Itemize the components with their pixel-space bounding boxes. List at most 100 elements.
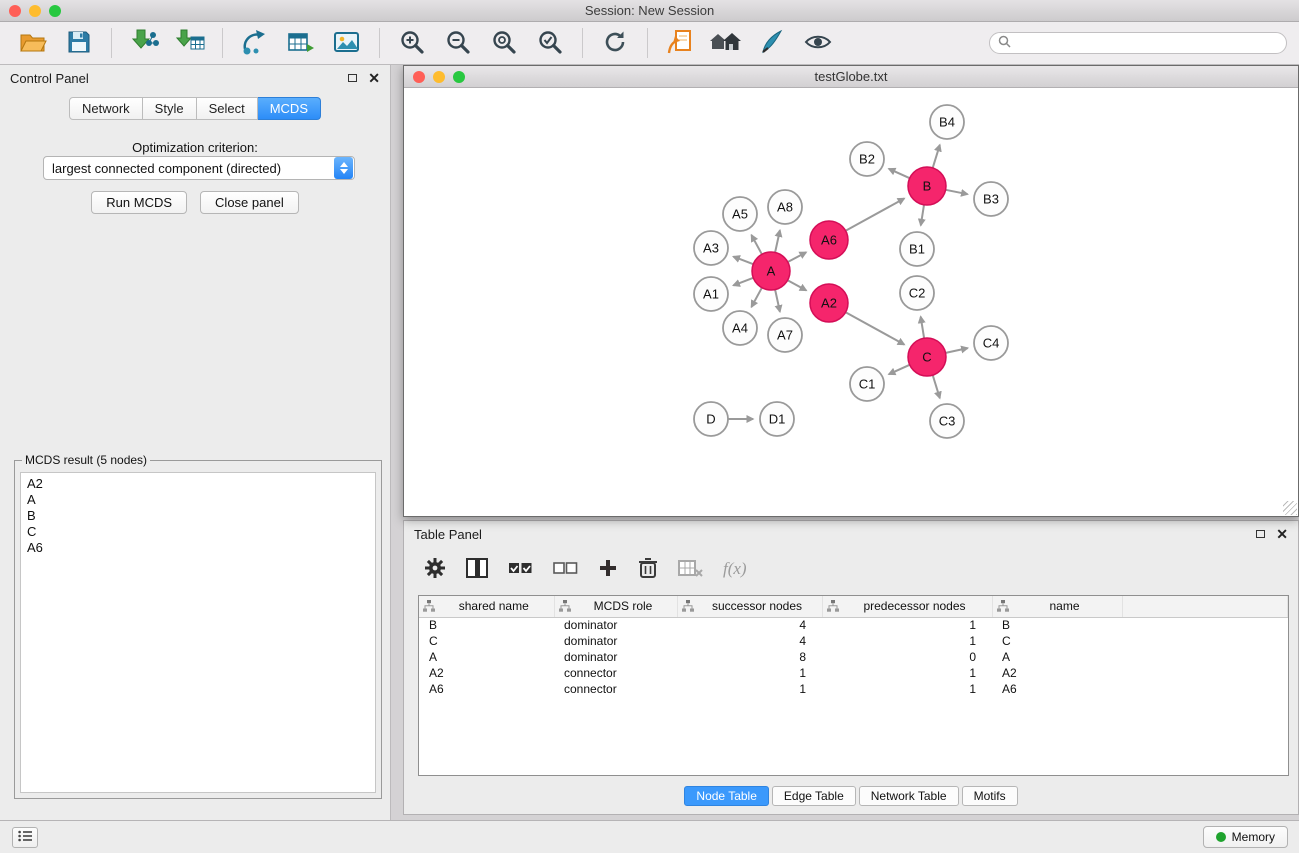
graph-edge-A-A7[interactable]: [775, 290, 780, 312]
graph-node-B3[interactable]: [974, 182, 1008, 216]
graph-node-A4[interactable]: [723, 311, 757, 345]
tab-network-table[interactable]: Network Table: [859, 786, 959, 806]
table-cell[interactable]: B: [992, 617, 1122, 633]
column-header-successor-nodes[interactable]: successor nodes: [677, 596, 822, 617]
table-cell[interactable]: 4: [677, 633, 822, 649]
tab-motifs[interactable]: Motifs: [962, 786, 1018, 806]
close-panel-icon[interactable]: ✕: [368, 73, 380, 83]
network-canvas[interactable]: B4B2BB3A5A8A6B1A3AC2A1A2A4A7CC4C1C3DD1: [404, 89, 1298, 516]
tab-edge-table[interactable]: Edge Table: [772, 786, 856, 806]
search-input[interactable]: [1016, 36, 1278, 50]
table-row[interactable]: A2connector11A2: [419, 665, 1288, 681]
table-cell[interactable]: A6: [419, 681, 554, 697]
table-cell[interactable]: 1: [822, 633, 992, 649]
open-session-button[interactable]: [12, 25, 54, 61]
graph-edge-A-A3[interactable]: [733, 257, 753, 265]
graph-node-B1[interactable]: [900, 232, 934, 266]
graph-edge-A2-C[interactable]: [846, 312, 905, 344]
tab-node-table[interactable]: Node Table: [684, 786, 769, 806]
zoom-in-button[interactable]: [391, 25, 433, 61]
graph-edge-C-C1[interactable]: [889, 365, 910, 374]
graph-node-A3[interactable]: [694, 231, 728, 265]
graph-edge-A-A8[interactable]: [775, 230, 780, 252]
result-item[interactable]: A6: [27, 540, 369, 556]
table-cell[interactable]: connector: [554, 681, 677, 697]
mcds-result-list[interactable]: A2ABCA6: [20, 472, 376, 793]
close-table-panel-icon[interactable]: ✕: [1276, 529, 1288, 539]
graph-edge-A-A5[interactable]: [752, 235, 762, 254]
graph-edge-C-C3[interactable]: [933, 375, 940, 398]
graph-edge-A-A6[interactable]: [788, 252, 806, 262]
close-panel-button[interactable]: Close panel: [200, 191, 299, 214]
graph-edge-A-A2[interactable]: [788, 280, 807, 290]
graph-node-A8[interactable]: [768, 190, 802, 224]
float-panel-icon[interactable]: [348, 74, 357, 82]
export-network-button[interactable]: [234, 25, 276, 61]
table-cell[interactable]: 1: [822, 665, 992, 681]
deselect-all-columns-button[interactable]: [553, 558, 578, 581]
table-cell[interactable]: A: [992, 649, 1122, 665]
table-settings-button[interactable]: [424, 557, 446, 582]
table-cell[interactable]: 8: [677, 649, 822, 665]
close-network-window-button[interactable]: [413, 71, 425, 83]
network-window-title-bar[interactable]: testGlobe.txt: [404, 66, 1298, 88]
table-cell[interactable]: dominator: [554, 633, 677, 649]
style-brush-button[interactable]: [751, 25, 793, 61]
table-cell[interactable]: 4: [677, 617, 822, 633]
show-graphics-details-button[interactable]: [797, 25, 839, 61]
table-cell[interactable]: A2: [992, 665, 1122, 681]
table-cell[interactable]: dominator: [554, 649, 677, 665]
close-window-button[interactable]: [9, 5, 21, 17]
table-cell[interactable]: dominator: [554, 617, 677, 633]
table-cell[interactable]: A: [419, 649, 554, 665]
table-cell[interactable]: A2: [419, 665, 554, 681]
result-item[interactable]: C: [27, 524, 369, 540]
tab-mcds[interactable]: MCDS: [258, 97, 321, 120]
graph-node-C[interactable]: [908, 338, 946, 376]
zoom-selected-button[interactable]: [529, 25, 571, 61]
refresh-view-button[interactable]: [594, 25, 636, 61]
table-row[interactable]: Adominator80A: [419, 649, 1288, 665]
minimize-network-window-button[interactable]: [433, 71, 445, 83]
table-cell[interactable]: connector: [554, 665, 677, 681]
table-row[interactable]: Cdominator41C: [419, 633, 1288, 649]
zoom-fit-button[interactable]: [483, 25, 525, 61]
graph-node-C1[interactable]: [850, 367, 884, 401]
graph-node-B4[interactable]: [930, 105, 964, 139]
zoom-network-window-button[interactable]: [453, 71, 465, 83]
table-cell[interactable]: C: [419, 633, 554, 649]
graph-node-D1[interactable]: [760, 402, 794, 436]
result-item[interactable]: A: [27, 492, 369, 508]
table-cell[interactable]: 1: [677, 665, 822, 681]
table-row[interactable]: Bdominator41B: [419, 617, 1288, 633]
column-header-shared-name[interactable]: shared name: [419, 596, 554, 617]
zoom-out-button[interactable]: [437, 25, 479, 61]
graph-node-A5[interactable]: [723, 197, 757, 231]
show-panels-button[interactable]: [12, 827, 38, 848]
tab-select[interactable]: Select: [197, 97, 258, 120]
graph-node-A7[interactable]: [768, 318, 802, 352]
memory-button[interactable]: Memory: [1203, 826, 1288, 848]
graph-node-C3[interactable]: [930, 404, 964, 438]
search-box[interactable]: [989, 32, 1287, 54]
select-all-columns-button[interactable]: [508, 558, 533, 581]
graph-edge-A-A1[interactable]: [733, 278, 753, 286]
graph-node-A1[interactable]: [694, 277, 728, 311]
graph-node-A2[interactable]: [810, 284, 848, 322]
graph-edge-B-B1[interactable]: [921, 205, 924, 226]
table-row[interactable]: A6connector11A6: [419, 681, 1288, 697]
float-table-panel-icon[interactable]: [1256, 530, 1265, 538]
graph-node-B[interactable]: [908, 167, 946, 205]
graph-edge-B-B4[interactable]: [933, 145, 940, 168]
create-column-button[interactable]: [598, 558, 618, 581]
graph-edge-C-C4[interactable]: [946, 348, 968, 353]
graph-node-A6[interactable]: [810, 221, 848, 259]
graph-node-B2[interactable]: [850, 142, 884, 176]
window-resize-grip[interactable]: [1283, 501, 1297, 515]
delete-table-button[interactable]: [678, 558, 703, 581]
graph-edge-B-B2[interactable]: [889, 169, 910, 178]
export-image-button[interactable]: [326, 25, 368, 61]
run-mcds-button[interactable]: Run MCDS: [91, 191, 187, 214]
tab-network[interactable]: Network: [69, 97, 143, 120]
table-cell[interactable]: C: [992, 633, 1122, 649]
